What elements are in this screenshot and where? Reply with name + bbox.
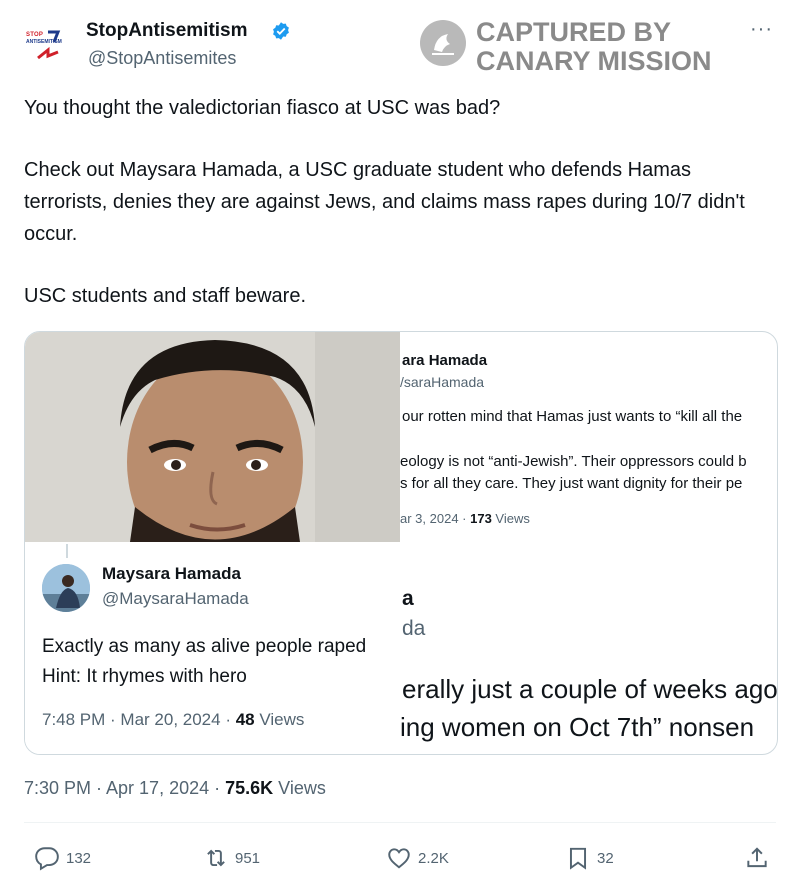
quoted-author-handle[interactable]: @MaysaraHamada [102,589,249,609]
embedded-text-line: our rotten mind that Hamas just wants to… [402,408,743,425]
media-attachment[interactable]: ara Hamada /saraHamada our rotten mind t… [24,331,778,755]
retweet-button[interactable]: 951 [203,844,260,872]
watermark-line1: CAPTURED BY [476,17,672,47]
retweet-count: 951 [235,849,261,867]
embedded-text-line: eology is not “anti-Jewish”. Their oppre… [400,453,747,470]
quoted-meta-time: 7:48 PM · Mar 20, 2024 · [42,710,236,729]
tweet-body: You thought the valedictorian fiasco at … [24,92,774,312]
reply-button[interactable]: 132 [34,844,91,872]
embedded-meta-views-count: 173 [470,511,492,526]
tweet-paragraph-3: USC students and staff beware. [24,285,307,307]
quoted-tweet[interactable]: Maysara Hamada @MaysaraHamada Exactly as… [25,542,400,754]
embedded-large-text-line: erally just a couple of weeks ago [402,674,778,704]
embedded-author-handle: /saraHamada [400,374,485,390]
portrait-photo[interactable] [25,332,400,542]
views-label: Views [273,778,326,798]
quoted-tweet-meta: 7:48 PM · Mar 20, 2024 · 48 Views [42,710,304,730]
verified-badge-icon[interactable] [271,21,291,41]
author-handle[interactable]: @StopAntisemites [88,48,236,69]
like-button[interactable]: 2.2K [386,844,449,872]
quoted-author-avatar[interactable] [42,564,90,612]
retweet-icon [207,849,225,867]
canary-logo-icon [420,20,466,66]
timestamp-time: 7:30 PM · Apr 17, 2024 · [24,778,226,798]
action-bar: 132 951 2.2K 32 [0,838,800,878]
bookmark-icon [569,847,587,870]
watermark-line2: CANARY MISSION [476,46,712,76]
author-name[interactable]: StopAntisemitism [86,20,248,42]
quoted-text-line-2: Hint: It rhymes with hero [42,666,247,687]
quoted-meta-views-count: 48 [235,710,255,729]
more-icon[interactable]: ··· [750,18,773,41]
bookmark-button[interactable]: 32 [565,844,614,872]
like-count: 2.2K [418,849,449,867]
quoted-text-line-1: Exactly as many as alive people raped [42,636,367,657]
tweet-timestamp[interactable]: 7:30 PM · Apr 17, 2024 · 75.6K Views [24,778,326,799]
avatar-logo-line2: ANTISEMITISM [26,39,62,45]
tweet-paragraph-2: Check out Maysara Hamada, a USC graduate… [24,159,745,245]
avatar-logo-line1: STOP [26,32,44,38]
divider [24,822,776,823]
embedded-screenshot: ara Hamada /saraHamada our rotten mind t… [400,332,778,754]
embedded-large-name: a [402,587,414,610]
quoted-author-name[interactable]: Maysara Hamada [102,564,241,584]
quoted-meta-views-label: Views [254,710,305,729]
embedded-meta: ar 3, 2024 · 173 Views [400,511,530,526]
like-icon [388,848,410,869]
thread-connector [66,544,68,558]
author-avatar[interactable]: STOP ANTISEMITISM [24,22,72,70]
stop-antisemitism-logo-icon [37,30,61,60]
share-button[interactable] [744,844,776,872]
share-icon [747,847,767,868]
tweet-header: STOP ANTISEMITISM StopAntisemitism @Stop… [0,0,800,85]
reply-count: 132 [66,849,92,867]
bookmark-count: 32 [597,849,614,867]
embedded-author-name: ara Hamada [402,352,488,369]
watermark-text: CAPTURED BY CANARY MISSION [476,18,726,76]
tweet-paragraph-1: You thought the valedictorian fiasco at … [24,97,501,119]
embedded-meta-date: ar 3, 2024 · [400,511,471,526]
embedded-large-text-line: ing women on Oct 7th” nonsen [400,712,755,742]
quoted-tweet-text: Exactly as many as alive people raped Hi… [42,632,422,692]
embedded-meta-views-label: Views [491,511,530,526]
embedded-text-line: s for all they care. They just want dign… [400,475,743,492]
views-count: 75.6K [225,778,274,798]
reply-icon [35,847,59,871]
